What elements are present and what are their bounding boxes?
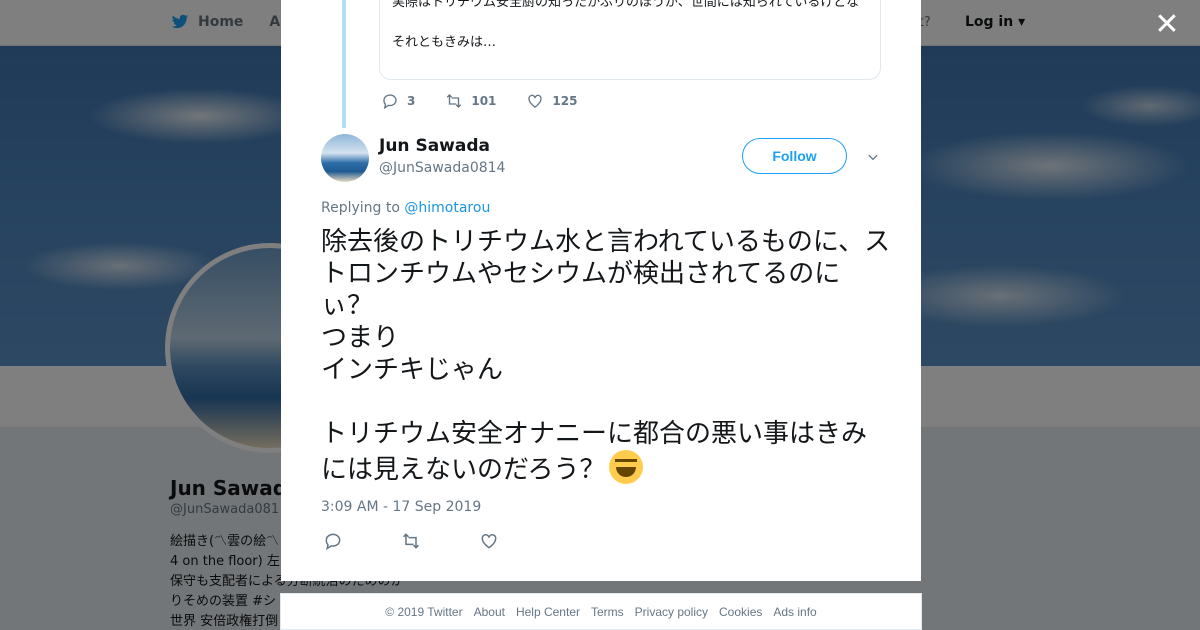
replying-to: Replying to @himotarou <box>321 200 490 216</box>
tweet-text: 除去後のトリチウム水と言われているものに、ストロンチウムやセシウムが検出されてる… <box>321 226 891 486</box>
replying-to-link[interactable]: @himotarou <box>404 200 490 216</box>
author-avatar[interactable] <box>321 134 369 182</box>
footer-help-link[interactable]: Help Center <box>516 605 580 619</box>
retweet-icon <box>447 94 462 108</box>
like-icon[interactable] <box>479 531 499 551</box>
reply-icon <box>383 94 397 110</box>
close-icon[interactable]: ✕ <box>1154 10 1180 40</box>
replying-prefix: Replying to <box>321 200 400 216</box>
footer-cookies-link[interactable]: Cookies <box>719 605 762 619</box>
like-count: 125 <box>552 94 578 108</box>
footer: © 2019 Twitter About Help Center Terms P… <box>280 593 922 630</box>
footer-ads-link[interactable]: Ads info <box>773 605 816 619</box>
retweet-icon[interactable] <box>401 531 421 551</box>
quoted-text-top: 実際はトリチウム安全厨の知ったかぶりのほうが、世間には知られているけどな <box>392 0 860 10</box>
parent-tweet-actions: 3 101 125 <box>381 92 607 110</box>
retweet-button[interactable]: 101 <box>445 92 496 110</box>
author-handle[interactable]: @JunSawada0814 <box>379 160 505 176</box>
retweet-count: 101 <box>471 94 497 108</box>
grinning-squinting-face-icon <box>609 450 644 484</box>
follow-button[interactable]: Follow <box>742 138 847 174</box>
footer-terms-link[interactable]: Terms <box>591 605 624 619</box>
footer-about-link[interactable]: About <box>474 605 505 619</box>
tweet-timestamp[interactable]: 3:09 AM - 17 Sep 2019 <box>321 499 481 515</box>
tweet-body: 除去後のトリチウム水と言われているものに、ストロンチウムやセシウムが検出されてる… <box>321 227 891 485</box>
reply-button[interactable]: 3 <box>381 92 415 110</box>
tweet-modal: 実際はトリチウム安全厨の知ったかぶりのほうが、世間には知られているけどな それと… <box>281 0 921 581</box>
footer-privacy-link[interactable]: Privacy policy <box>635 605 708 619</box>
chevron-down-icon[interactable] <box>866 150 880 164</box>
like-icon <box>528 94 543 108</box>
reply-count: 3 <box>407 94 416 108</box>
quoted-text-bottom: それともきみは… <box>392 35 497 50</box>
quoted-tweet-card[interactable]: 実際はトリチウム安全厨の知ったかぶりのほうが、世間には知られているけどな それと… <box>379 0 881 80</box>
like-button[interactable]: 125 <box>526 92 577 110</box>
tweet-actions <box>323 531 499 551</box>
author-name[interactable]: Jun Sawada <box>379 136 490 156</box>
footer-copyright: © 2019 Twitter <box>385 604 463 619</box>
reply-icon[interactable] <box>323 531 343 551</box>
thread-connector <box>342 0 346 128</box>
